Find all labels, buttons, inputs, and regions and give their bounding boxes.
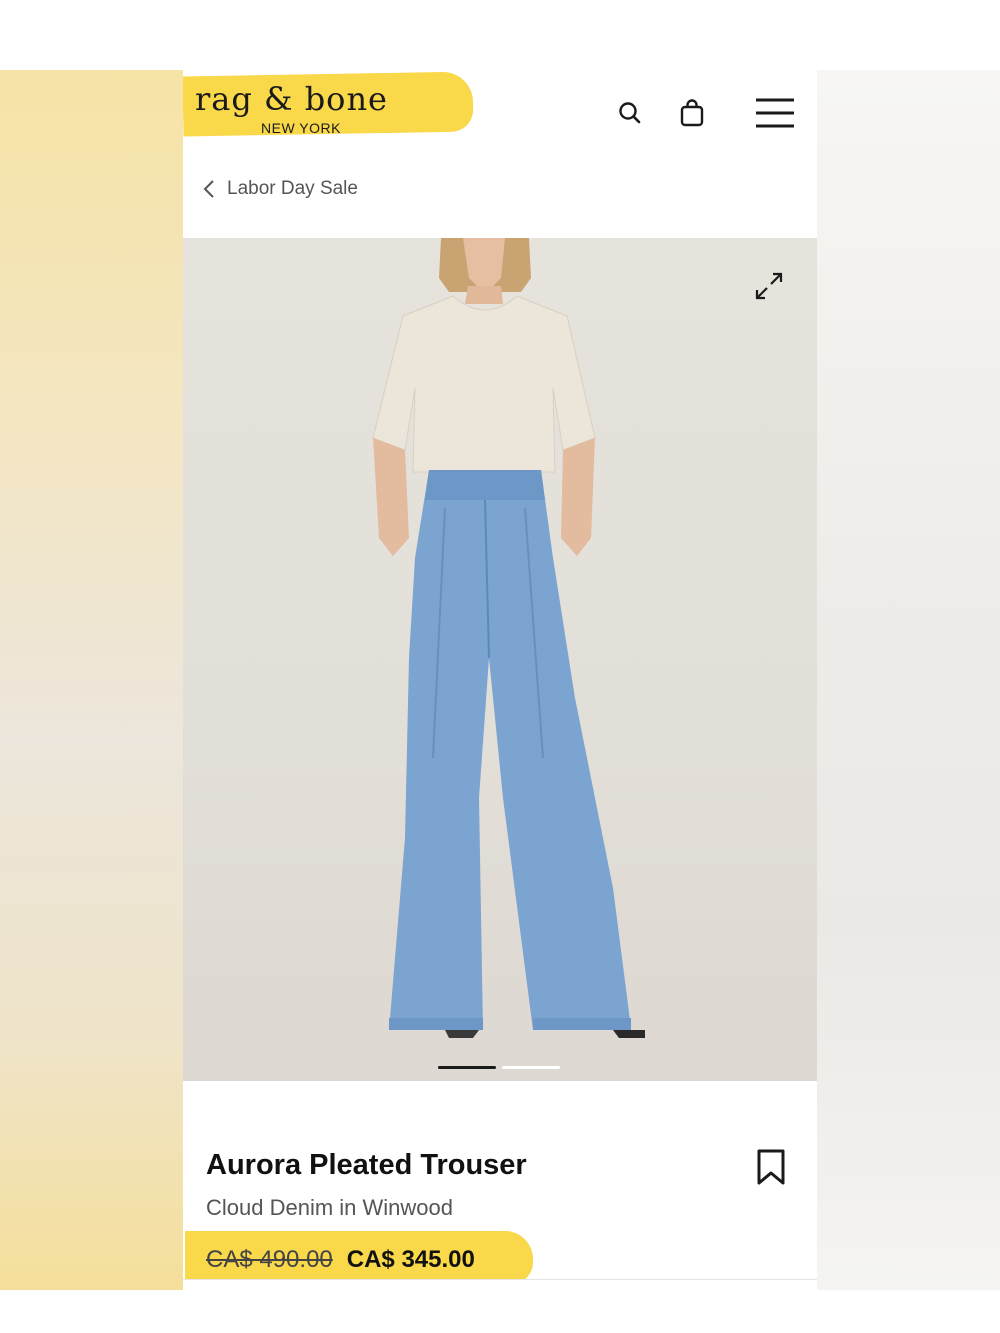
menu-button[interactable] <box>751 92 799 134</box>
expand-button[interactable] <box>749 266 789 306</box>
breadcrumb-back-link[interactable]: Labor Day Sale <box>203 174 358 204</box>
price-sale: CA$ 345.00 <box>346 1246 475 1273</box>
breadcrumb-label: Labor Day Sale <box>227 178 358 199</box>
product-image[interactable] <box>183 238 817 1081</box>
product-page: rag & bone NEW YORK Labor Day Sale Auror… <box>183 70 817 1280</box>
carousel-dot-active[interactable] <box>438 1066 496 1069</box>
header: rag & bone NEW YORK Labor Day Sale <box>183 70 817 238</box>
backdrop-right <box>817 70 1000 1290</box>
product-title: Aurora Pleated Trouser <box>206 1149 527 1181</box>
search-icon <box>619 102 641 124</box>
expand-icon <box>755 272 783 300</box>
carousel-indicator <box>438 1066 562 1070</box>
search-button[interactable] <box>609 92 651 134</box>
shopping-bag-icon <box>680 99 704 127</box>
save-to-wishlist-button[interactable] <box>753 1147 793 1187</box>
brand-subtitle: NEW YORK <box>261 120 341 136</box>
bag-button[interactable] <box>671 92 713 134</box>
backdrop-left <box>0 70 183 1290</box>
chevron-left-icon <box>203 180 214 198</box>
bookmark-icon <box>757 1149 785 1185</box>
model-wearing-trouser <box>372 238 645 1038</box>
price-original: CA$ 490.00 <box>206 1246 333 1273</box>
brand-logo[interactable]: rag & bone NEW YORK <box>195 80 435 136</box>
product-subtitle: Cloud Denim in Winwood <box>206 1195 453 1220</box>
hamburger-menu-icon <box>756 98 794 128</box>
divider <box>183 1279 817 1280</box>
price: CA$ 490.00 CA$ 345.00 <box>206 1246 475 1274</box>
brand-name: rag & bone <box>195 80 388 118</box>
product-info: Aurora Pleated Trouser Cloud Denim in Wi… <box>183 1081 817 1280</box>
carousel-dot[interactable] <box>502 1066 560 1069</box>
